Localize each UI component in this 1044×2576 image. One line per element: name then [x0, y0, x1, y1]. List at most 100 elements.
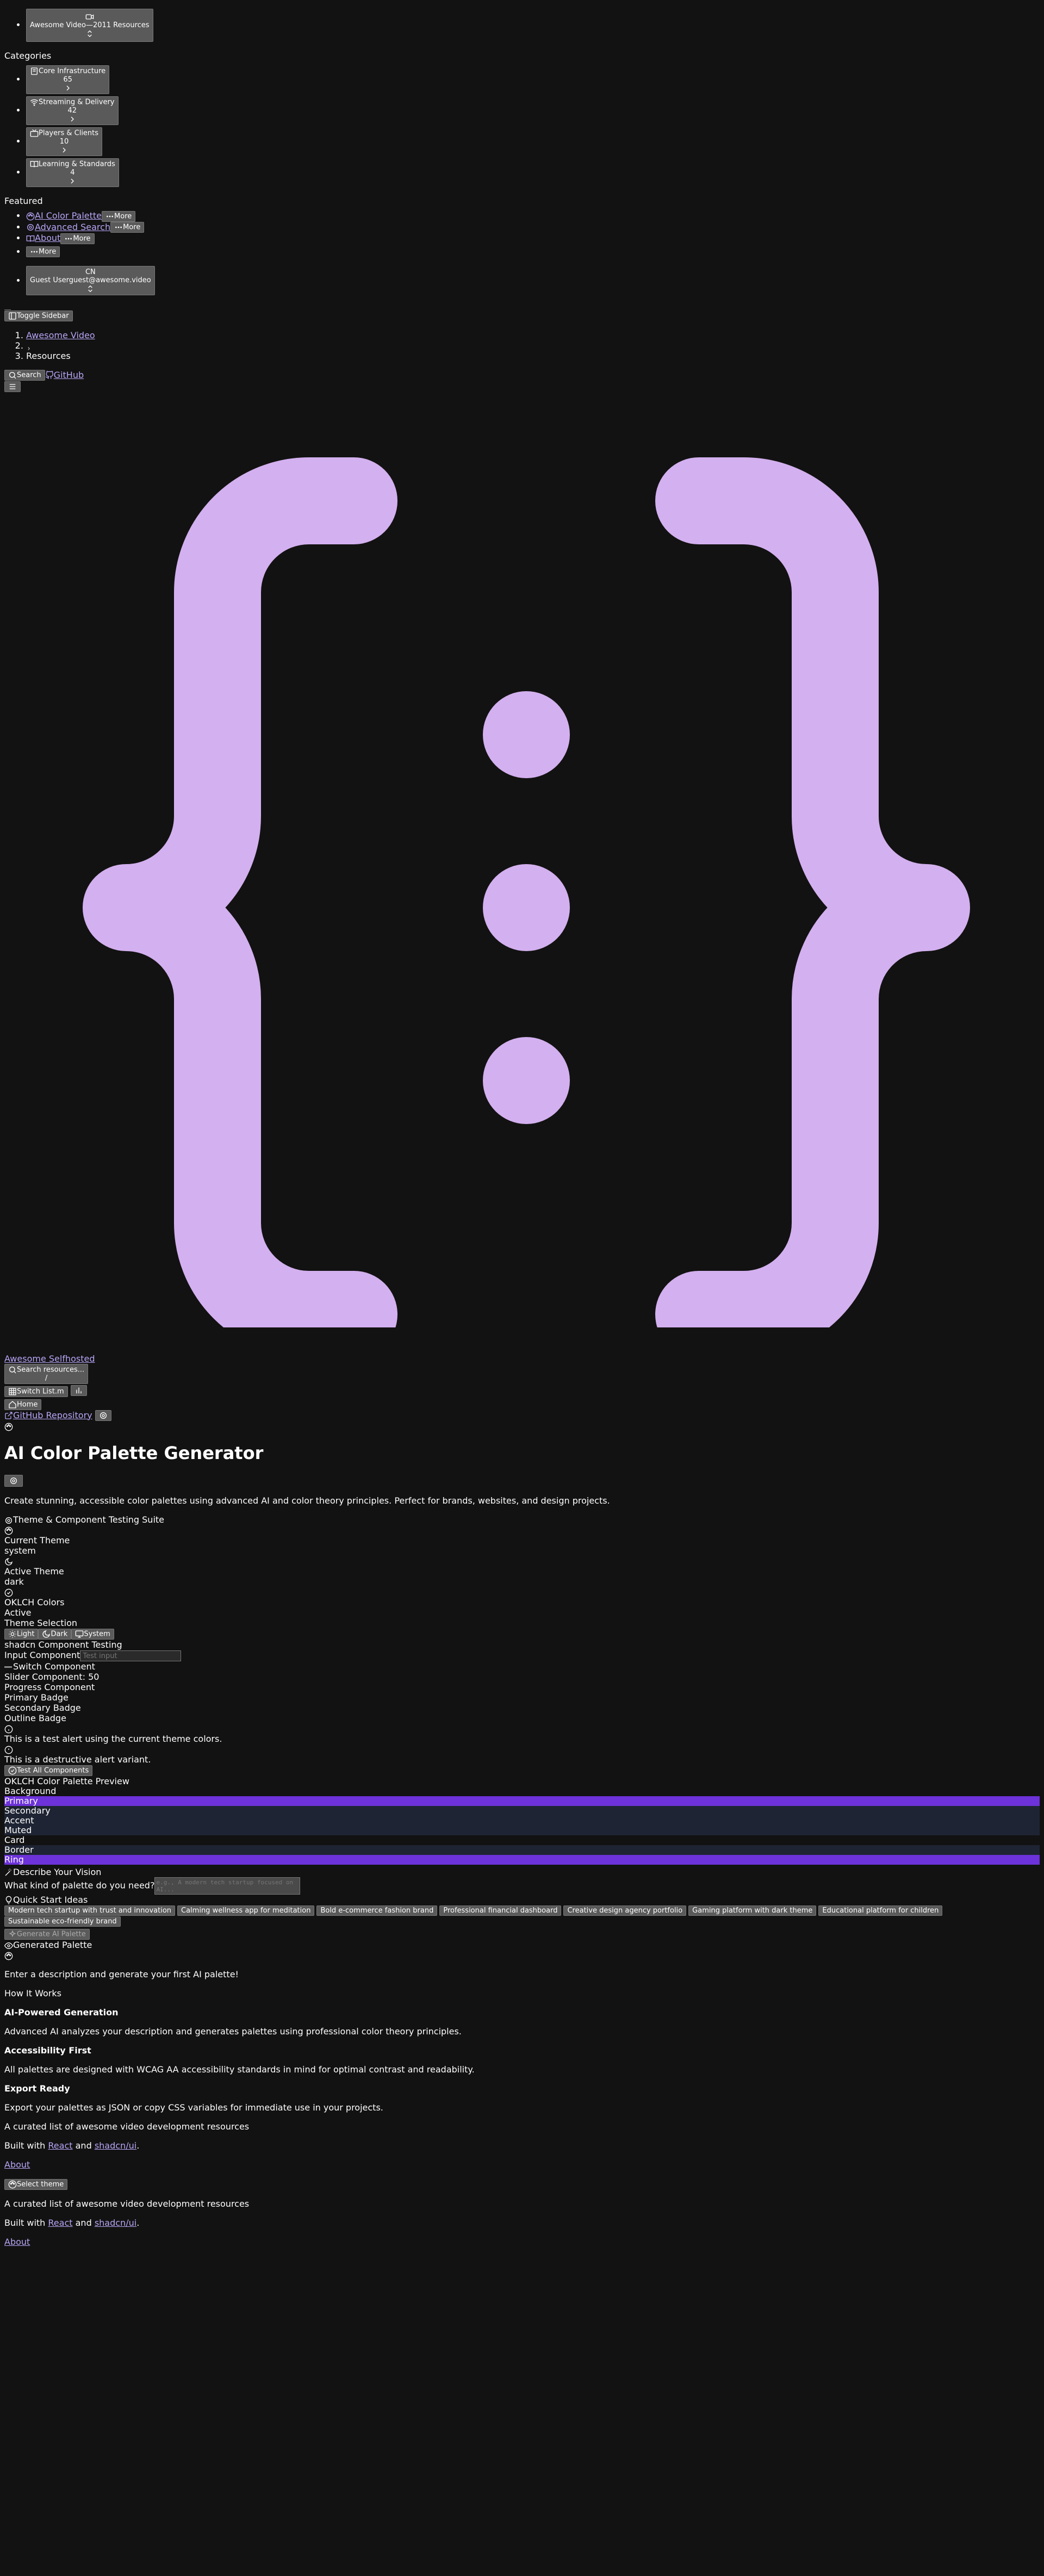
page-title: AI Color Palette Generator — [4, 1443, 264, 1463]
switch-component-label: Switch Component — [13, 1661, 95, 1672]
breadcrumb-home-link[interactable]: Awesome Video — [26, 330, 95, 340]
category-button-learning-standards[interactable]: Learning & Standards 4 — [26, 158, 119, 187]
generated-heading: Generated Palette — [13, 1940, 92, 1950]
theme-settings-button[interactable] — [4, 1475, 23, 1487]
idea-chip[interactable]: Bold e-commerce fashion brand — [316, 1905, 438, 1916]
info-icon — [4, 1725, 13, 1734]
how-item-title: Accessibility First — [4, 2045, 91, 2056]
breadcrumb: Awesome Video Resources — [4, 330, 1040, 361]
category-button-core-infrastructure[interactable]: Core Infrastructure 65 — [26, 65, 110, 94]
generated-empty-text: Enter a description and generate your fi… — [4, 1969, 239, 1979]
theme-testing-suite: Theme & Component Testing Suite Current … — [4, 1514, 1040, 1776]
menu-button[interactable] — [4, 381, 21, 392]
vision-textarea[interactable] — [154, 1877, 301, 1895]
footer: A curated list of awesome video developm… — [4, 2121, 1040, 2247]
shadcn-link[interactable]: shadcn/ui — [95, 2140, 136, 2151]
how-item-title: AI-Powered Generation — [4, 2007, 119, 2018]
swatch-primary: Primary — [4, 1796, 1040, 1806]
search-resources-button[interactable]: Search resources... / — [4, 1363, 89, 1384]
test-switch[interactable] — [4, 1666, 12, 1668]
select-theme-button[interactable]: Select theme — [4, 2178, 68, 2190]
palette-icon — [8, 2180, 17, 2189]
categories-label: Categories — [4, 51, 52, 61]
lightbulb-icon — [4, 1896, 13, 1904]
server-icon — [30, 67, 39, 76]
idea-chip[interactable]: Professional financial dashboard — [439, 1905, 562, 1916]
settings-icon — [99, 1411, 108, 1420]
category-button-streaming-delivery[interactable]: Streaming & Delivery 42 — [26, 96, 119, 125]
idea-chip[interactable]: Modern tech startup with trust and innov… — [4, 1905, 176, 1916]
check-circle-icon — [4, 1588, 13, 1597]
component-testing-label: shadcn Component Testing — [4, 1639, 122, 1650]
page-description: Create stunning, accessible color palett… — [4, 1495, 610, 1506]
settings-button[interactable] — [95, 1410, 111, 1421]
swatch-list: Background Primary Secondary Accent Mute… — [4, 1786, 1040, 1865]
more-horizontal-icon — [114, 223, 123, 232]
team-switcher-button[interactable]: Awesome Video—2011 Resources — [26, 9, 153, 42]
featured-link-advanced-search[interactable]: Advanced Search — [26, 222, 110, 232]
footer-about-link[interactable]: About — [4, 2159, 30, 2170]
settings-icon — [9, 1476, 18, 1485]
shadcn-link[interactable]: shadcn/ui — [95, 2218, 136, 2228]
user-menu-item: CN Guest Userguest@awesome.video — [26, 266, 1040, 295]
footer-tagline: A curated list of awesome video developm… — [4, 2198, 250, 2209]
categories-list: Core Infrastructure 65 Streaming & Deliv… — [4, 65, 1040, 187]
test-all-button[interactable]: Test All Components — [4, 1765, 93, 1776]
user-menu-button[interactable]: CN Guest Userguest@awesome.video — [26, 266, 155, 295]
video-icon — [85, 13, 94, 21]
chevron-right-icon — [60, 146, 69, 154]
featured-link-about[interactable]: About — [26, 233, 60, 243]
sidebar-more-button[interactable]: More — [26, 246, 60, 257]
category-item: Core Infrastructure 65 — [26, 65, 1040, 94]
test-input[interactable] — [80, 1650, 182, 1661]
idea-chip[interactable]: Calming wellness app for meditation — [177, 1905, 315, 1916]
category-item: Players & Clients 10 — [26, 127, 1040, 156]
avatar: CN — [85, 268, 96, 276]
chevron-right-icon — [68, 177, 77, 185]
search-button[interactable]: Search — [4, 370, 45, 381]
category-count: 4 — [70, 169, 75, 177]
chevron-right-icon — [64, 84, 72, 92]
swatch-muted: Muted — [4, 1825, 1040, 1835]
featured-more-button[interactable]: More — [110, 222, 145, 233]
category-button-players-clients[interactable]: Players & Clients 10 — [26, 127, 103, 156]
toggle-sidebar-button[interactable]: Toggle Sidebar — [4, 310, 73, 321]
generate-palette-button[interactable]: Generate AI Palette — [4, 1929, 90, 1940]
github-repo-link[interactable]: GitHub Repository — [4, 1410, 92, 1420]
idea-chip[interactable]: Gaming platform with dark theme — [688, 1905, 817, 1916]
featured-more-button[interactable]: More — [60, 233, 95, 244]
current-theme-label: Current Theme — [4, 1535, 70, 1545]
swatch-ring: Ring — [4, 1854, 1040, 1865]
swatch-card: Card — [4, 1835, 1040, 1845]
featured-more-button[interactable]: More — [102, 210, 136, 222]
site-title-link[interactable]: Awesome Selfhosted — [4, 1354, 95, 1364]
theme-light-button[interactable]: Light — [4, 1628, 39, 1640]
react-link[interactable]: React — [48, 2218, 72, 2228]
progress-component-label: Progress Component — [4, 1682, 95, 1692]
theme-dark-button[interactable]: Dark — [38, 1628, 72, 1640]
footer-about-link[interactable]: About — [4, 2237, 30, 2247]
category-item: Learning & Standards 4 — [26, 158, 1040, 187]
braces-icon — [83, 457, 970, 1327]
switch-list-button[interactable]: Switch List.m — [4, 1386, 68, 1397]
stats-button[interactable] — [70, 1385, 87, 1396]
moon-icon — [4, 1557, 13, 1566]
alert-destructive-text: This is a destructive alert variant. — [4, 1754, 151, 1765]
how-item-text: Export your palettes as JSON or copy CSS… — [4, 2102, 383, 2113]
moon-icon — [42, 1630, 51, 1638]
swatch-accent: Accent — [4, 1815, 1040, 1826]
home-button[interactable]: Home — [4, 1399, 42, 1410]
generated-section: Generated Palette Enter a description an… — [4, 1940, 1040, 1979]
idea-chip[interactable]: Creative design agency portfolio — [563, 1905, 687, 1916]
github-link[interactable]: GitHub — [45, 370, 84, 380]
idea-chip[interactable]: Sustainable eco-friendly brand — [4, 1916, 121, 1927]
outline-badge: Outline Badge — [4, 1713, 66, 1723]
quick-start-label: Quick Start Ideas — [13, 1894, 88, 1905]
featured-link-ai-color-palette[interactable]: AI Color Palette — [26, 210, 102, 221]
secondary-badge: Secondary Badge — [4, 1703, 81, 1713]
react-link[interactable]: React — [48, 2140, 72, 2151]
sidebar-rail[interactable] — [4, 307, 11, 310]
quick-start-ideas: Modern tech startup with trust and innov… — [4, 1905, 972, 1927]
theme-system-button[interactable]: System — [71, 1628, 114, 1640]
idea-chip[interactable]: Educational platform for children — [818, 1905, 943, 1916]
